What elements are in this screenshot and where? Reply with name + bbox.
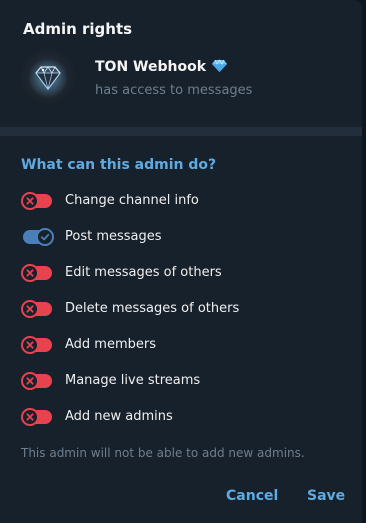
permission-label: Delete messages of others xyxy=(65,301,240,316)
close-icon xyxy=(21,336,39,354)
permission-row-delete-messages-of-others[interactable]: Delete messages of others xyxy=(0,292,362,328)
section-separator xyxy=(0,127,362,136)
check-icon xyxy=(36,228,54,246)
permission-label: Add members xyxy=(65,337,156,352)
permission-row-change-channel-info[interactable]: Change channel info xyxy=(0,184,362,220)
cancel-button[interactable]: Cancel xyxy=(226,488,278,504)
premium-diamond-icon xyxy=(211,59,228,77)
bot-avatar xyxy=(19,50,77,108)
close-icon xyxy=(21,264,39,282)
permission-toggle[interactable] xyxy=(23,228,54,246)
permission-row-add-members[interactable]: Add members xyxy=(0,328,362,364)
permission-label: Change channel info xyxy=(65,193,199,208)
permission-label: Post messages xyxy=(65,229,162,244)
permissions-section-title: What can this admin do? xyxy=(21,157,217,173)
bot-access-status: has access to messages xyxy=(95,83,253,98)
dialog-title: Admin rights xyxy=(23,20,133,38)
permission-label: Add new admins xyxy=(65,409,173,424)
permission-row-post-messages[interactable]: Post messages xyxy=(0,220,362,256)
permission-label: Edit messages of others xyxy=(65,265,222,280)
admin-footnote: This admin will not be able to add new a… xyxy=(21,446,305,460)
close-icon xyxy=(21,372,39,390)
diamond-icon xyxy=(28,58,68,98)
window-edge xyxy=(362,0,366,523)
bot-name: TON Webhook xyxy=(95,59,207,75)
bot-name-line: TON Webhook xyxy=(95,59,228,77)
permission-row-manage-live-streams[interactable]: Manage live streams xyxy=(0,364,362,400)
permission-toggle[interactable] xyxy=(21,408,52,426)
permission-row-edit-messages-of-others[interactable]: Edit messages of others xyxy=(0,256,362,292)
save-button[interactable]: Save xyxy=(307,488,345,504)
close-icon xyxy=(21,192,39,210)
permission-toggle[interactable] xyxy=(21,372,52,390)
permission-toggle[interactable] xyxy=(21,336,52,354)
close-icon xyxy=(21,300,39,318)
permission-toggle[interactable] xyxy=(21,300,52,318)
admin-rights-dialog: Admin rights TON Webhook has access to m… xyxy=(0,0,362,523)
permission-toggle[interactable] xyxy=(21,192,52,210)
close-icon xyxy=(21,408,39,426)
permission-row-add-new-admins[interactable]: Add new admins xyxy=(0,400,362,436)
permission-toggle[interactable] xyxy=(21,264,52,282)
permission-label: Manage live streams xyxy=(65,373,201,388)
